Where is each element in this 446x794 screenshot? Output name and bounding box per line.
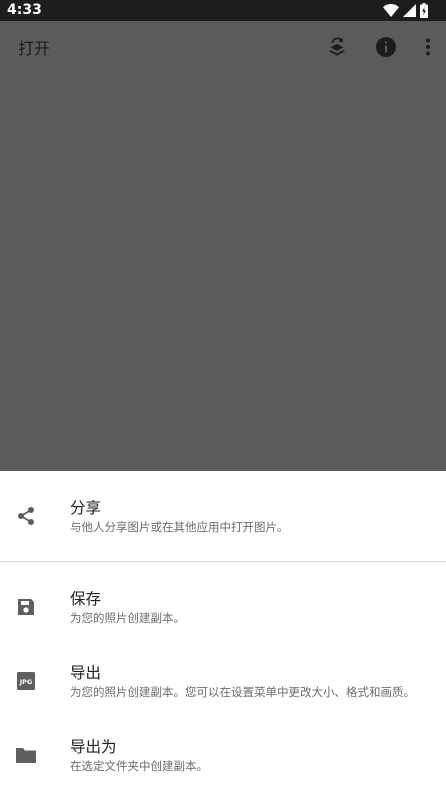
folder-icon [15, 744, 37, 766]
export-option[interactable]: JPG 导出 为您的照片创建副本。您可以在设置菜单中更改大小、格式和画质。 [0, 636, 446, 710]
battery-icon [420, 3, 428, 18]
share-subtitle: 与他人分享图片或在其他应用中打开图片。 [70, 520, 289, 534]
status-time: 4:33 [7, 2, 42, 18]
save-title: 保存 [70, 590, 102, 608]
bottom-sheet: 分享 与他人分享图片或在其他应用中打开图片。 保存 为您的照片创建副本。 JPG… [0, 471, 446, 794]
export-title: 导出 [70, 664, 102, 682]
share-option[interactable]: 分享 与他人分享图片或在其他应用中打开图片。 [0, 471, 446, 561]
save-option[interactable]: 保存 为您的照片创建副本。 [0, 562, 446, 636]
info-button[interactable] [374, 37, 398, 61]
export-as-subtitle: 在选定文件夹中创建副本。 [70, 759, 208, 773]
svg-text:JPG: JPG [19, 678, 33, 686]
app-bar: 打开 [0, 21, 446, 77]
save-icon [15, 596, 37, 618]
share-title: 分享 [70, 499, 102, 517]
info-icon [375, 36, 397, 62]
export-subtitle: 为您的照片创建副本。您可以在设置菜单中更改大小、格式和画质。 [70, 685, 415, 699]
dimmed-scrim[interactable] [0, 77, 446, 471]
layers-history-button[interactable] [325, 37, 349, 61]
export-as-option[interactable]: 导出为 在选定文件夹中创建副本。 [0, 710, 446, 794]
status-bar: 4:33 [0, 0, 446, 21]
app-title[interactable]: 打开 [18, 38, 50, 60]
layers-history-icon [327, 36, 347, 62]
save-subtitle: 为您的照片创建副本。 [70, 611, 185, 625]
wifi-icon [383, 4, 399, 17]
more-vert-icon [425, 38, 431, 60]
cell-signal-icon [403, 4, 416, 17]
status-icons [383, 2, 428, 19]
more-options-button[interactable] [416, 37, 440, 61]
share-icon [15, 505, 37, 527]
jpg-file-icon: JPG [15, 670, 37, 692]
export-as-title: 导出为 [70, 738, 117, 756]
